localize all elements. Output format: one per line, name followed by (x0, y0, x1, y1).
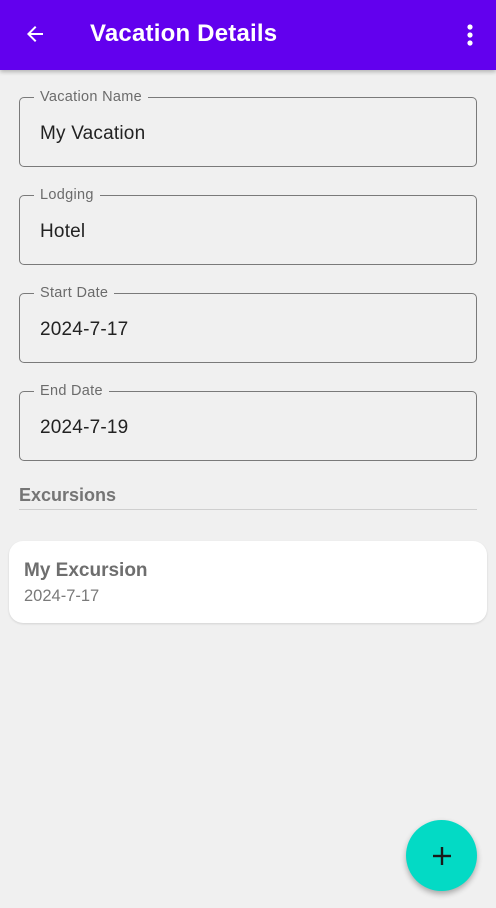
end-date-label: End Date (34, 382, 109, 400)
excursion-date: 2024-7-17 (24, 587, 100, 605)
vacation-name-label: Vacation Name (34, 88, 148, 106)
end-date-field[interactable]: End Date 2024-7-19 (19, 382, 477, 461)
start-date-field[interactable]: Start Date 2024-7-17 (19, 284, 477, 363)
app-bar: Vacation Details (0, 0, 496, 70)
add-excursion-button[interactable] (406, 820, 477, 891)
lodging-value: Hotel (40, 221, 86, 242)
start-date-value: 2024-7-17 (40, 319, 129, 340)
lodging-label: Lodging (34, 186, 100, 204)
excursion-title: My Excursion (24, 560, 148, 581)
overflow-menu-button[interactable] (458, 18, 482, 52)
page-title: Vacation Details (90, 20, 278, 47)
excursion-list-item[interactable]: My Excursion 2024-7-17 (9, 541, 487, 623)
arrow-left-icon (27, 26, 43, 42)
vacation-name-field[interactable]: Vacation Name My Vacation (19, 88, 477, 167)
section-divider (19, 509, 477, 510)
back-button[interactable] (18, 17, 52, 51)
end-date-value: 2024-7-19 (40, 417, 129, 438)
excursions-heading: Excursions (19, 485, 117, 505)
start-date-label: Start Date (34, 284, 115, 302)
vacation-name-value: My Vacation (40, 123, 146, 144)
plus-icon (432, 846, 451, 865)
more-vertical-icon (467, 24, 473, 46)
lodging-field[interactable]: Lodging Hotel (19, 186, 477, 265)
